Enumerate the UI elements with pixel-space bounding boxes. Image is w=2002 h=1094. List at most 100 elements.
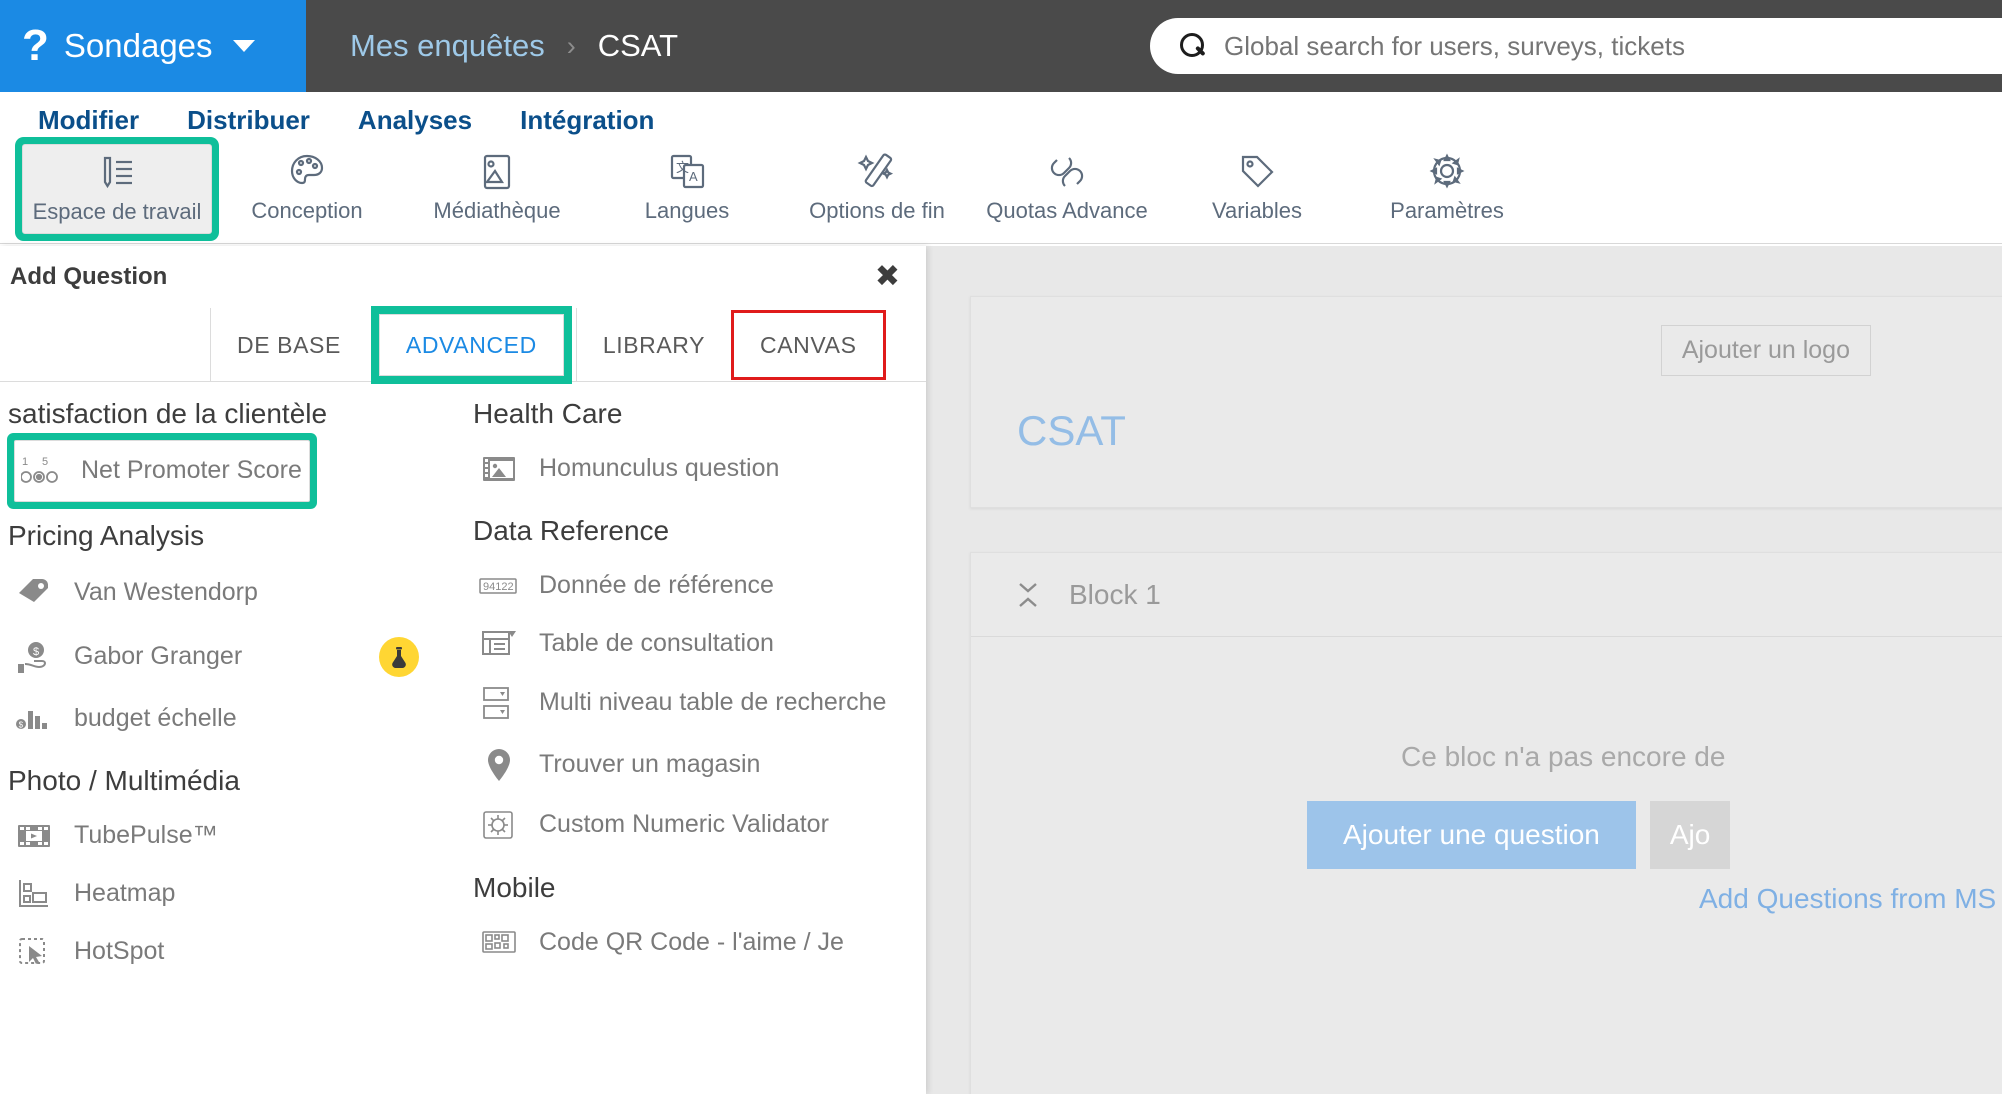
price-tag-icon — [14, 575, 54, 611]
toolbar-item-conception[interactable]: Conception — [212, 144, 402, 234]
qr-code-icon — [479, 928, 519, 956]
toolbar-item-mediatheque[interactable]: Médiathèque — [402, 144, 592, 234]
toolbar-label-parametres: Paramètres — [1390, 198, 1504, 223]
toolbar-label-variables: Variables — [1211, 198, 1303, 223]
toolbar-label-conception: Conception — [251, 198, 363, 223]
group-title-mobile: Mobile — [473, 871, 556, 903]
svg-text:1: 1 — [22, 456, 28, 468]
question-type-label: HotSpot — [74, 936, 165, 965]
question-type-label: Trouver un magasin — [539, 750, 761, 779]
block-actions: Ajouter une question Ajo — [1307, 801, 1731, 869]
brand-name-label: Sondages — [63, 27, 213, 64]
reference-number-text: 94122 — [483, 581, 514, 593]
toolbar-item-options-de-fin[interactable]: Options de fin — [782, 144, 972, 234]
nav-item-modifier[interactable]: Modifier — [14, 105, 163, 144]
question-type-label: Multi niveau table de recherche — [539, 688, 887, 717]
collapse-toggle-icon[interactable] — [1015, 580, 1041, 610]
add-question-panel: Add Question ✖ DE BASE ADVANCED LIBRARY … — [0, 246, 926, 1094]
question-type-multi-niveau-table-de-recherche[interactable]: Multi niveau table de recherche — [473, 672, 910, 734]
survey-title[interactable]: CSAT — [1017, 407, 1126, 455]
gear-icon — [1426, 148, 1468, 196]
beaker-icon — [379, 637, 419, 677]
search-icon — [1180, 33, 1206, 59]
survey-header-card: Ajouter un logo CSAT — [970, 296, 2002, 508]
block-name-label[interactable]: Block 1 — [1069, 579, 1161, 611]
toolbar-label-espace-de-travail: Espace de travail — [32, 199, 202, 224]
top-bar: ? Sondages Mes enquêtes › CSAT — [0, 0, 2002, 92]
question-type-label: budget échelle — [74, 704, 237, 732]
question-type-budget-echelle[interactable]: $ budget échelle — [8, 690, 447, 747]
budget-bars-icon: $ — [14, 704, 54, 734]
question-type-heatmap[interactable]: Heatmap — [8, 865, 447, 923]
toolbar-label-mediatheque: Médiathèque — [433, 198, 561, 223]
question-type-label: Table de consultation — [539, 628, 774, 657]
toolbar-item-parametres[interactable]: Paramètres — [1352, 144, 1542, 234]
svg-text:A: A — [689, 169, 698, 184]
toolbar-item-quotas-advance[interactable]: Quotas Advance — [972, 144, 1162, 234]
question-type-custom-numeric-validator[interactable]: Custom Numeric Validator — [473, 796, 910, 854]
tab-de-base[interactable]: DE BASE — [210, 308, 367, 382]
question-type-van-westendorp[interactable]: Van Westendorp — [8, 562, 447, 624]
question-type-net-promoter-score[interactable]: 1 5 Net Promoter Score — [14, 440, 310, 502]
multilevel-dropdown-icon — [479, 685, 519, 721]
nav-item-distribuer[interactable]: Distribuer — [163, 105, 334, 144]
translate-icon: 文 A — [666, 148, 708, 196]
question-type-code-qr-code[interactable]: Code QR Code - l'aime / Je — [473, 914, 910, 971]
group-title-health-care: Health Care — [473, 398, 623, 429]
map-pin-icon — [479, 747, 519, 783]
tab-advanced[interactable]: ADVANCED — [378, 314, 564, 376]
panel-tabs: DE BASE ADVANCED LIBRARY CANVAS — [0, 308, 926, 382]
search-input[interactable] — [1224, 30, 1924, 62]
add-logo-button[interactable]: Ajouter un logo — [1660, 325, 1871, 376]
link-chain-icon — [1046, 148, 1088, 196]
tab-canvas[interactable]: CANVAS — [731, 310, 886, 380]
add-question-button[interactable]: Ajouter une question — [1307, 801, 1636, 869]
add-questions-from-library-link[interactable]: Add Questions from MS — [1699, 883, 1996, 915]
breadcrumb-parent-link[interactable]: Mes enquêtes — [350, 28, 545, 64]
heatmap-icon — [14, 878, 54, 910]
group-title-data-reference: Data Reference — [473, 515, 670, 547]
tab-library[interactable]: LIBRARY — [575, 308, 732, 382]
nav-item-analyses[interactable]: Analyses — [334, 105, 496, 144]
nav-item-integration[interactable]: Intégration — [496, 105, 678, 144]
question-type-label: Donnée de référence — [539, 571, 774, 600]
hand-coin-icon: $ — [14, 639, 54, 675]
section-nav: Modifier Distribuer Analyses Intégration — [0, 92, 2002, 144]
panel-header: Add Question ✖ — [0, 246, 926, 308]
breadcrumb-separator-icon: › — [566, 30, 576, 61]
toolbar-item-langues[interactable]: 文 A Langues — [592, 144, 782, 234]
product-logo-icon: ? — [22, 21, 49, 71]
svg-text:$: $ — [19, 720, 24, 729]
group-title-satisfaction: satisfaction de la clientèle — [8, 398, 328, 429]
add-secondary-button[interactable]: Ajo — [1649, 801, 1731, 869]
chevron-down-icon[interactable] — [232, 40, 255, 52]
block-card: Block 1 Ce bloc n'a pas encore de Ajoute… — [970, 552, 2002, 1094]
breadcrumb: Mes enquêtes › CSAT — [306, 0, 1150, 92]
question-type-label: Van Westendorp — [74, 578, 258, 607]
group-title-pricing-analysis: Pricing Analysis — [8, 520, 205, 551]
question-type-trouver-un-magasin[interactable]: Trouver un magasin — [473, 734, 910, 796]
tag-icon — [1236, 148, 1278, 196]
question-type-hotspot[interactable]: HotSpot — [8, 923, 447, 981]
numeric-validator-icon — [479, 809, 519, 841]
global-search[interactable] — [1150, 18, 2002, 74]
reference-number-icon: 94122 — [479, 575, 519, 597]
question-type-homunculus-question[interactable]: Homunculus question — [473, 440, 910, 497]
brand-menu[interactable]: ? Sondages — [0, 0, 306, 92]
question-type-table-de-consultation[interactable]: Table de consultation — [473, 615, 910, 672]
close-icon[interactable]: ✖ — [875, 262, 900, 292]
svg-text:$: $ — [33, 646, 39, 658]
question-type-donnee-de-reference[interactable]: 94122 Donnée de référence — [473, 557, 910, 614]
question-type-tubepulse[interactable]: TubePulse™ — [8, 807, 447, 864]
toolbar-item-espace-de-travail[interactable]: Espace de travail — [22, 144, 212, 234]
toolbar-item-variables[interactable]: Variables — [1162, 144, 1352, 234]
panel-right-column: Health Care Homunculus question Data Ref… — [463, 398, 926, 1094]
question-type-label: Custom Numeric Validator — [539, 810, 829, 839]
toolbar-label-quotas-advance: Quotas Advance — [986, 198, 1148, 223]
palette-icon — [286, 148, 328, 196]
editor-toolbar: Espace de travail Conception Médiathèque — [0, 144, 2002, 244]
survey-canvas: Ajouter un logo CSAT Block 1 Ce bloc n'a… — [926, 246, 2002, 1094]
magic-wand-icon — [856, 148, 898, 196]
question-type-gabor-granger[interactable]: $ Gabor Granger — [8, 624, 447, 690]
question-type-label: Gabor Granger — [74, 642, 243, 671]
